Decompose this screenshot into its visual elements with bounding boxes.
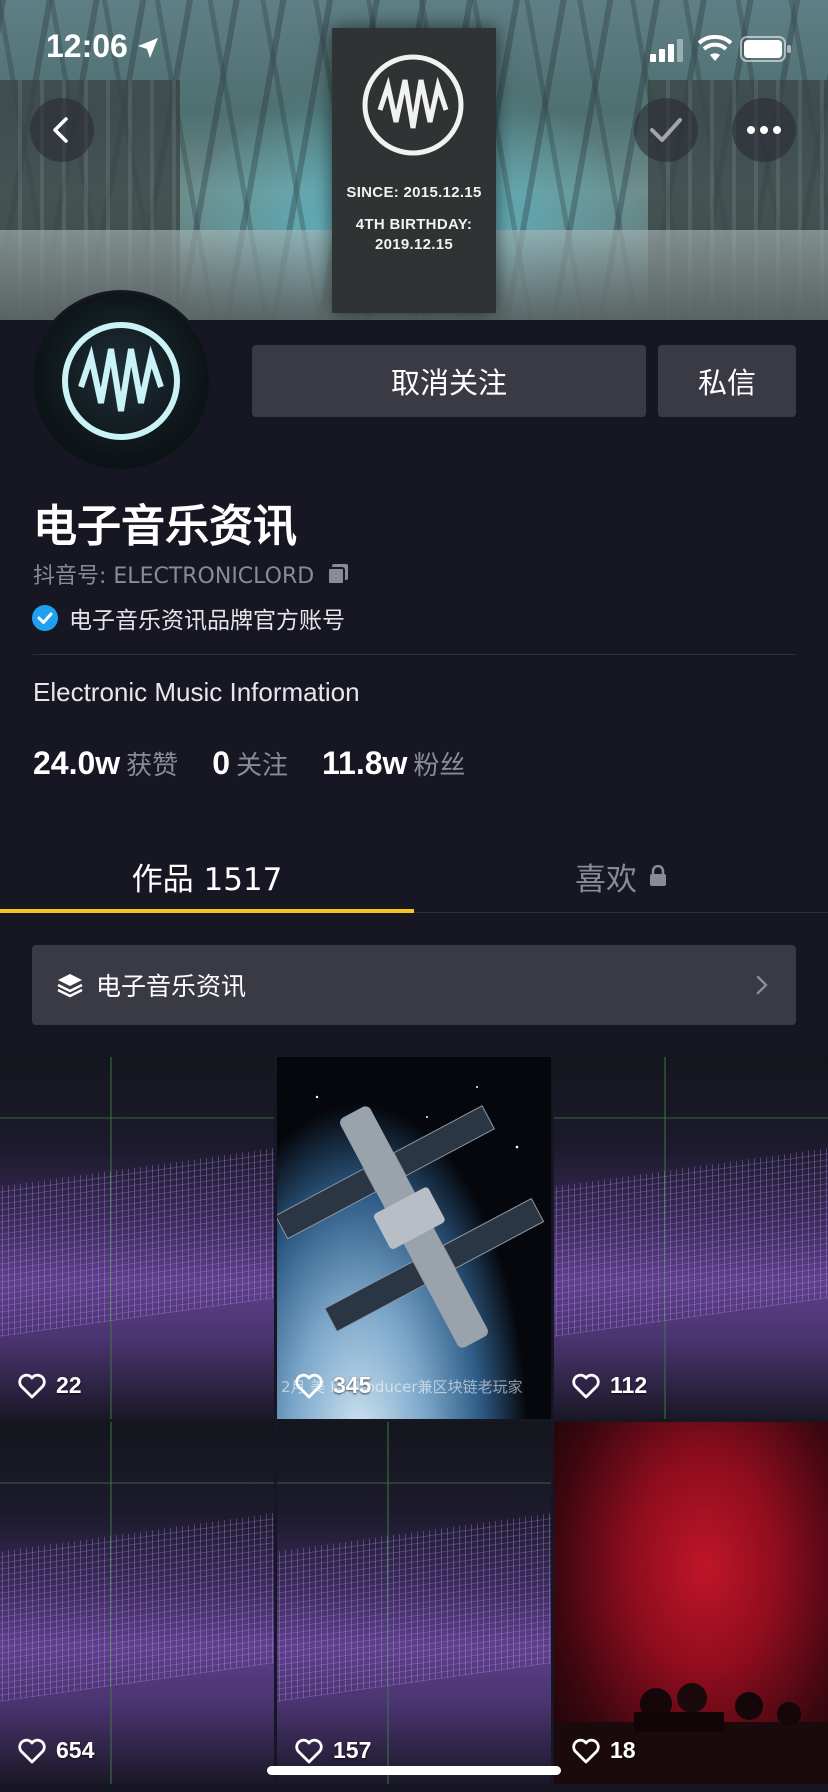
like-count: 654 — [18, 1737, 94, 1764]
like-count: 345 — [295, 1372, 371, 1399]
video-tile[interactable]: 112 — [554, 1057, 828, 1419]
video-tile[interactable]: 18 — [554, 1422, 828, 1784]
followers-label[interactable]: 粉丝 — [413, 745, 465, 782]
following-count[interactable]: 0 — [212, 745, 230, 782]
like-count: 157 — [295, 1737, 371, 1764]
video-tile[interactable]: 22 — [0, 1057, 274, 1419]
video-tile[interactable]: 157 — [277, 1422, 551, 1784]
heart-icon — [295, 1373, 323, 1398]
likes-label[interactable]: 获赞 — [126, 745, 178, 782]
check-icon — [650, 118, 682, 142]
following-label[interactable]: 关注 — [236, 745, 288, 782]
wifi-icon — [698, 35, 732, 61]
back-button[interactable] — [30, 98, 94, 162]
profile-stats: 24.0w 获赞 0 关注 11.8w 粉丝 — [33, 745, 499, 782]
tab-likes[interactable]: 喜欢 — [414, 840, 828, 912]
collection-entry[interactable]: 电子音乐资讯 — [32, 945, 796, 1025]
more-button[interactable] — [732, 98, 796, 162]
poster-since: SINCE: 2015.12.15 — [346, 184, 482, 201]
like-count: 112 — [572, 1372, 647, 1399]
likes-count[interactable]: 24.0w — [33, 745, 120, 782]
verified-badge-icon — [32, 605, 58, 631]
collection-label: 电子音乐资讯 — [96, 972, 247, 1001]
battery-icon — [740, 36, 791, 62]
status-time: 12:06 — [46, 28, 128, 64]
unfollow-button[interactable]: 取消关注 — [252, 345, 646, 417]
status-bar: 12:06 — [0, 0, 828, 100]
video-tile[interactable]: 2月 美 DJ/Producer兼区块链老玩家 345 — [277, 1057, 551, 1419]
douyin-id-row[interactable]: 抖音号: ELECTRONICLORD — [33, 558, 350, 590]
heart-icon — [18, 1738, 46, 1763]
heart-icon — [572, 1738, 600, 1763]
like-count: 22 — [18, 1372, 82, 1399]
like-count: 18 — [572, 1737, 636, 1764]
check-button[interactable] — [634, 98, 698, 162]
followers-count[interactable]: 11.8w — [322, 745, 407, 782]
video-tile[interactable]: 654 — [0, 1422, 274, 1784]
home-indicator[interactable] — [267, 1766, 561, 1775]
like-count-text: 345 — [333, 1372, 372, 1398]
like-count-text: 157 — [333, 1737, 372, 1763]
heart-icon — [295, 1738, 323, 1763]
poster-birthday-line2: 2019.12.15 — [374, 236, 454, 253]
chevron-right-icon — [756, 975, 768, 995]
douyin-id-text: 抖音号: ELECTRONICLORD — [33, 564, 315, 589]
like-count-text: 18 — [610, 1737, 636, 1763]
location-arrow-icon — [138, 38, 158, 58]
tab-active-underline — [0, 909, 414, 913]
avatar-logo-icon — [62, 322, 180, 440]
verified-row: 电子音乐资讯品牌官方账号 — [31, 601, 345, 635]
signal-icon — [650, 39, 683, 62]
more-dots-icon — [747, 126, 781, 134]
profile-divider — [33, 654, 796, 655]
verified-text: 电子音乐资讯品牌官方账号 — [69, 608, 345, 634]
poster-birthday-line1: 4TH BIRTHDAY: — [355, 216, 473, 233]
space-station-visual — [277, 1086, 545, 1348]
profile-name: 电子音乐资讯 — [33, 501, 297, 552]
crowd-silhouette-visual — [554, 1683, 828, 1784]
tab-works[interactable]: 作品 1517 — [0, 840, 414, 912]
tab-likes-label: 喜欢 — [575, 861, 637, 898]
like-count-text: 654 — [56, 1737, 95, 1763]
profile-tabs: 作品 1517 喜欢 — [0, 840, 828, 913]
like-count-text: 112 — [610, 1372, 648, 1398]
profile-bio: Electronic Music Information — [33, 677, 360, 707]
lock-icon — [650, 865, 666, 886]
layers-icon — [57, 974, 83, 998]
message-button[interactable]: 私信 — [658, 345, 796, 417]
chevron-left-icon — [53, 117, 68, 143]
avatar[interactable] — [30, 290, 212, 472]
heart-icon — [572, 1373, 600, 1398]
like-count-text: 22 — [56, 1372, 82, 1398]
heart-icon — [18, 1373, 46, 1398]
copy-icon[interactable] — [326, 562, 350, 586]
